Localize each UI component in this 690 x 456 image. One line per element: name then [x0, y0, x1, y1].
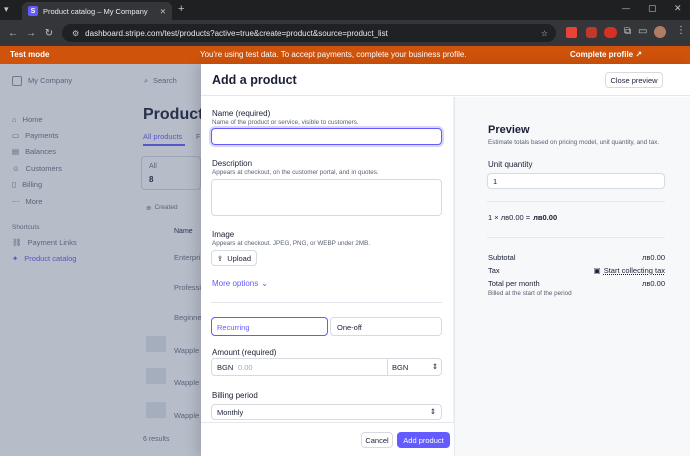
forward-icon[interactable]: → [24, 26, 38, 40]
test-mode-banner: Test mode You're using test data. To acc… [0, 46, 690, 64]
calc-result: лв0.00 [533, 213, 558, 222]
tax-label: Tax [488, 266, 500, 275]
bookmark-star-icon[interactable]: ☆ [541, 29, 548, 38]
subtotal-row: Subtotal лв0.00 [488, 253, 665, 262]
name-label: Name (required) [212, 109, 271, 118]
total-label: Total per month [488, 279, 540, 288]
description-textarea[interactable] [211, 179, 442, 216]
add-product-button[interactable]: Add product [397, 432, 450, 448]
more-options-toggle[interactable]: More options ⌄ [212, 279, 268, 288]
shield-extension-icon[interactable] [586, 27, 597, 38]
total-row: Total per month лв0.00 [488, 279, 665, 288]
complete-profile-label: Complete profile [570, 50, 634, 59]
subtotal-value: лв0.00 [642, 253, 665, 262]
unit-quantity-label: Unit quantity [488, 160, 533, 169]
test-mode-message: You're using test data. To accept paymen… [200, 50, 467, 59]
amount-placeholder: 0.00 [238, 363, 253, 372]
select-arrows-icon: ⇕ [429, 407, 436, 416]
currency-select[interactable]: BGN ⇕ [387, 359, 442, 375]
test-mode-label: Test mode [10, 50, 50, 59]
add-product-modal: Add a product Close preview Name (requir… [201, 64, 690, 456]
divider [487, 237, 665, 238]
select-arrows-icon: ⇕ [431, 362, 438, 371]
url-text: dashboard.stripe.com/test/products?activ… [85, 28, 388, 38]
tax-row: Tax ▣ Start collecting tax [488, 266, 665, 275]
calc-expression: 1 × лв0.00 = [488, 213, 531, 222]
currency-select-value: BGN [392, 363, 409, 372]
tab-close-icon[interactable]: ✕ [160, 7, 166, 16]
preview-title: Preview [488, 124, 530, 136]
description-hint: Appears at checkout, on the customer por… [212, 169, 379, 176]
amount-field[interactable]: BGN 0.00 BGN ⇕ [211, 358, 442, 376]
modal-footer: Cancel Add product [201, 422, 454, 456]
divider [487, 201, 665, 202]
browser-tab[interactable]: S Product catalog – My Company ✕ [22, 2, 172, 20]
divider [211, 302, 442, 303]
close-preview-button[interactable]: Close preview [605, 72, 663, 88]
back-icon[interactable]: ← [6, 26, 20, 40]
image-label: Image [212, 230, 235, 239]
sidebar-panel-icon[interactable]: ▭ [638, 26, 647, 37]
name-hint: Name of the product or service, visible … [212, 119, 359, 126]
more-options-label: More options [212, 279, 259, 288]
unit-quantity-input[interactable]: 1 [487, 173, 665, 189]
chevron-down-icon: ⌄ [261, 279, 268, 288]
amount-label: Amount (required) [212, 348, 277, 357]
billing-period-value: Monthly [217, 408, 244, 417]
url-field[interactable]: ⚙ dashboard.stripe.com/test/products?act… [62, 24, 556, 42]
image-hint: Appears at checkout. JPEG, PNG, or WEBP … [212, 240, 371, 247]
browser-tab-bar: ▾ S Product catalog – My Company ✕ + — ▢… [0, 0, 690, 20]
upload-button[interactable]: ⇪ Upload [211, 250, 257, 266]
price-calculation: 1 × лв0.00 = лв0.00 [488, 213, 557, 222]
upload-icon: ⇪ [216, 253, 224, 263]
complete-profile-link[interactable]: Complete profile ↗ [570, 50, 642, 59]
modal-header: Add a product Close preview [201, 64, 690, 96]
tax-icon: ▣ [593, 266, 601, 275]
new-tab-button[interactable]: + [178, 3, 184, 15]
billing-period-select[interactable]: Monthly ⇕ [211, 404, 442, 420]
tab-search-icon[interactable]: ▾ [4, 4, 16, 16]
arrow-up-right-icon: ↗ [635, 50, 643, 59]
total-value: лв0.00 [642, 279, 665, 288]
product-name-input[interactable] [211, 128, 442, 145]
adblock-extension-icon[interactable] [604, 27, 617, 38]
window-close-icon[interactable]: ✕ [674, 3, 682, 14]
tab-title: Product catalog – My Company [43, 6, 148, 16]
currency-prefix: BGN [217, 363, 234, 372]
extensions-icon[interactable]: ⧉ [624, 26, 631, 37]
upload-label: Upload [227, 253, 252, 263]
menu-kebab-icon[interactable]: ⋮ [676, 25, 686, 36]
preview-panel: Preview Estimate totals based on pricing… [454, 97, 690, 456]
tax-link-label: Start collecting tax [603, 266, 665, 275]
site-info-icon[interactable]: ⚙ [72, 29, 79, 38]
gmail-extension-icon[interactable] [566, 27, 577, 38]
reload-icon[interactable]: ↻ [42, 26, 56, 40]
profile-avatar[interactable] [654, 26, 666, 38]
maximize-icon[interactable]: ▢ [648, 3, 657, 14]
one-off-toggle[interactable]: One-off [330, 317, 442, 336]
subtotal-label: Subtotal [488, 253, 516, 262]
product-form: Name (required) Name of the product or s… [201, 97, 454, 422]
billing-note: Billed at the start of the period [488, 290, 572, 297]
stripe-favicon-icon: S [28, 6, 38, 16]
cancel-button[interactable]: Cancel [361, 432, 393, 448]
description-label: Description [212, 159, 253, 168]
preview-subtitle: Estimate totals based on pricing model, … [488, 139, 660, 146]
minimize-icon[interactable]: — [622, 4, 630, 13]
start-collecting-tax-link[interactable]: ▣ Start collecting tax [594, 266, 665, 275]
modal-title: Add a product [212, 73, 297, 87]
billing-period-label: Billing period [212, 391, 258, 400]
recurring-toggle[interactable]: Recurring [211, 317, 328, 336]
